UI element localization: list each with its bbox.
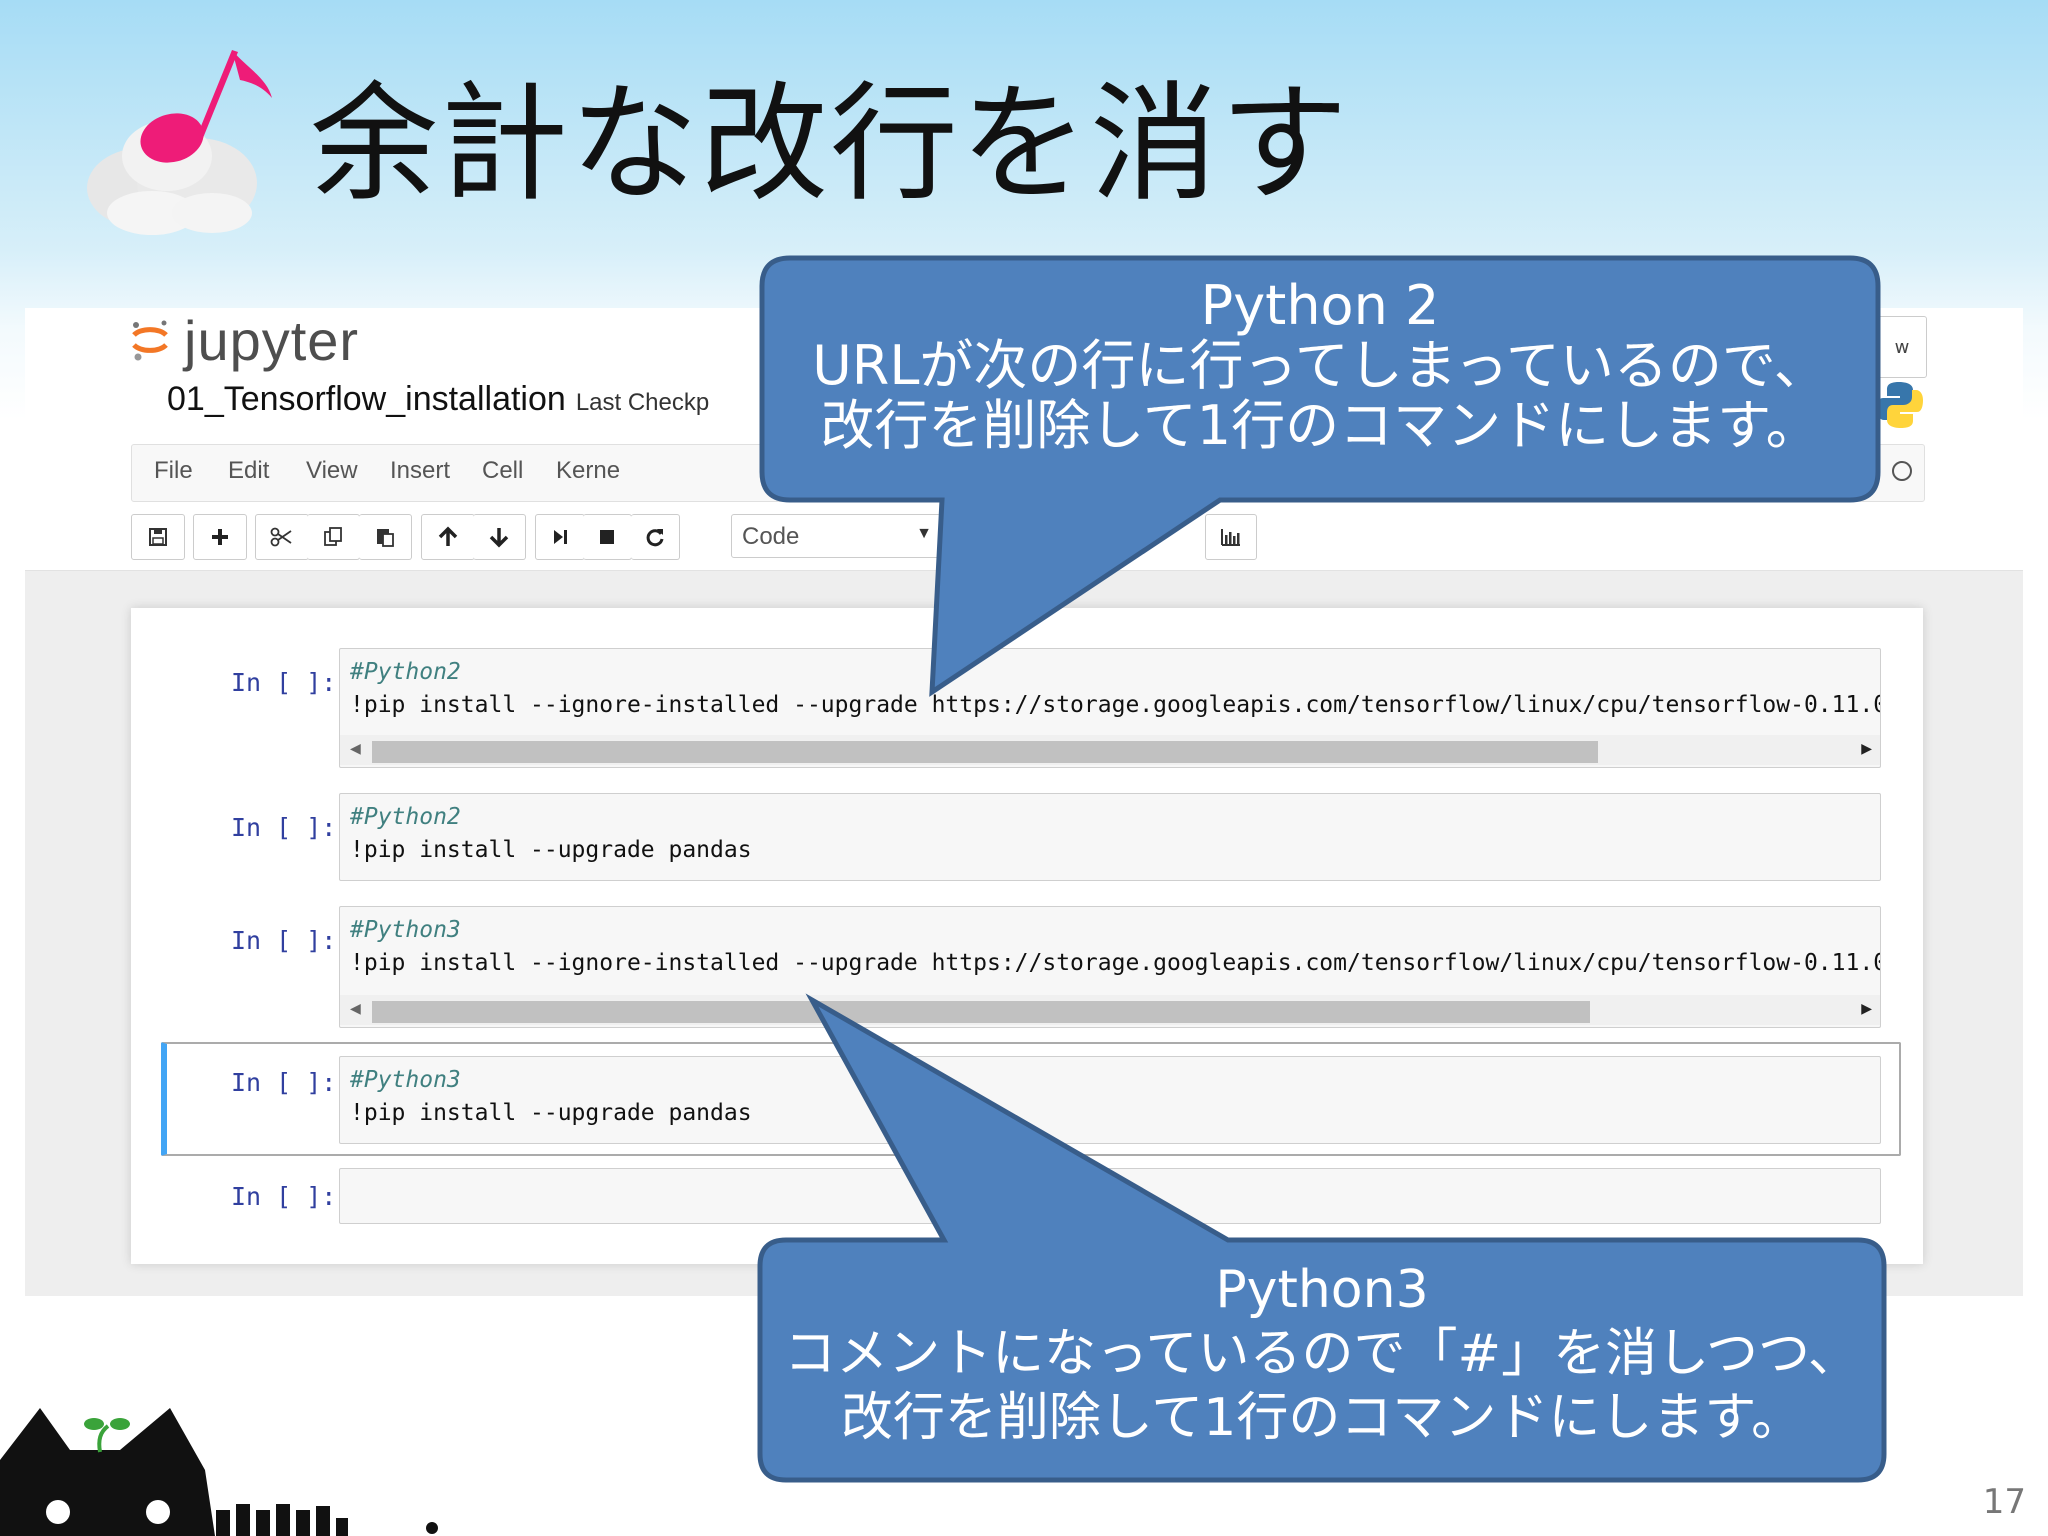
copy-button[interactable] — [307, 514, 360, 560]
code-cell[interactable]: In [ ]: #Python3 !pip install --ignore-i… — [131, 906, 1923, 1028]
insert-cell-button[interactable] — [193, 514, 247, 560]
stop-icon — [600, 530, 614, 544]
code-input[interactable]: #Python2 !pip install --upgrade pandas — [339, 793, 1881, 881]
arrow-down-icon — [489, 528, 509, 548]
menu-kernel[interactable]: Kerne — [556, 457, 620, 485]
python-logo-icon — [1877, 382, 1923, 428]
save-icon — [149, 528, 167, 546]
code-comment: #Python2 — [350, 659, 461, 685]
menu-insert[interactable]: Insert — [390, 457, 450, 485]
cell-prompt: In [ ]: — [231, 1182, 337, 1211]
scissors-icon — [270, 527, 292, 547]
code-cell[interactable]: In [ ]: #Python2 !pip install --ignore-i… — [131, 648, 1923, 768]
cat-mascot-icon — [0, 1408, 438, 1536]
callout-top-text: Python 2 URLが次の行に行ってしまっているので、 改行を削除して1行の… — [762, 276, 1878, 456]
horizontal-scrollbar[interactable]: ◀ ▶ — [340, 995, 1880, 1025]
paste-button[interactable] — [359, 514, 412, 560]
cell-prompt: In [ ]: — [231, 813, 337, 842]
callout-top-line: URLが次の行に行ってしまっているので、 — [812, 334, 1828, 397]
checkpoint-status: Last Checkp — [575, 389, 710, 416]
cell-type-select[interactable]: Code ▼ — [731, 514, 941, 558]
callout-bottom-line: 改行を削除して1行のコマンドにします。 — [840, 1388, 1804, 1448]
cell-prompt: In [ ]: — [231, 926, 337, 955]
callout-top-line: 改行を削除して1行のコマンドにします。 — [820, 394, 1820, 457]
arrow-up-icon — [438, 526, 458, 546]
scrollbar-thumb[interactable] — [372, 741, 1598, 763]
paste-icon — [377, 529, 394, 547]
music-note-cloud-icon — [87, 50, 272, 235]
bar-chart-icon — [1221, 529, 1240, 546]
menu-file[interactable]: File — [154, 457, 193, 485]
move-up-button[interactable] — [421, 514, 475, 560]
menu-cell[interactable]: Cell — [482, 457, 523, 485]
interrupt-button[interactable] — [583, 514, 632, 560]
scroll-left-icon[interactable]: ◀ — [350, 1001, 361, 1017]
slide-title: 余計な改行を消す — [310, 70, 1351, 219]
notebook-title-row: 01_Tensorflow_installation Last Checkp — [167, 380, 709, 419]
jupyter-logo[interactable]: jupyter — [130, 308, 360, 372]
page-number: 17 — [1982, 1482, 2026, 1522]
save-button[interactable] — [131, 514, 185, 560]
code-comment: #Python3 — [350, 1067, 461, 1093]
cell-prompt: In [ ]: — [231, 668, 337, 697]
code-input[interactable]: #Python3 !pip install --ignore-installed… — [339, 906, 1881, 1028]
logout-button-label: w — [1894, 336, 1910, 358]
code-line: !pip install --upgrade pandas — [350, 1100, 752, 1126]
move-down-button[interactable] — [473, 514, 526, 560]
menu-edit[interactable]: Edit — [228, 457, 269, 485]
restart-button[interactable] — [631, 514, 680, 560]
code-cell[interactable]: In [ ]: #Python2 !pip install --upgrade … — [131, 793, 1923, 883]
step-forward-icon — [554, 530, 567, 544]
scroll-right-icon[interactable]: ▶ — [1861, 741, 1872, 757]
cut-button[interactable] — [255, 514, 309, 560]
callout-top-line: Python 2 — [1200, 274, 1440, 337]
scroll-right-icon[interactable]: ▶ — [1861, 1001, 1872, 1017]
callout-bottom-text: Python3 コメントになっているので「#」を消しつつ、 改行を削除して1行の… — [760, 1258, 1884, 1450]
celltoolbar-button[interactable] — [1205, 514, 1257, 560]
callout-bottom-line: Python3 — [1215, 1260, 1429, 1320]
scroll-left-icon[interactable]: ◀ — [350, 741, 361, 757]
scrollbar-thumb[interactable] — [372, 1001, 1590, 1023]
dropdown-caret-icon: ▼ — [916, 525, 932, 542]
plus-icon — [212, 529, 228, 545]
horizontal-scrollbar[interactable]: ◀ ▶ — [340, 735, 1880, 765]
menu-view[interactable]: View — [306, 457, 358, 485]
code-cell[interactable]: In [ ]: — [131, 1168, 1923, 1226]
callout-bottom-line: コメントになっているので「#」を消しつつ、 — [784, 1324, 1860, 1384]
copy-icon — [324, 527, 342, 546]
run-button[interactable] — [535, 514, 585, 560]
cell-prompt: In [ ]: — [231, 1068, 337, 1097]
code-input[interactable]: #Python3 !pip install --upgrade pandas — [339, 1056, 1881, 1144]
jupyter-logo-text: jupyter — [184, 308, 360, 372]
jupyter-logo-icon — [132, 320, 168, 361]
code-comment: #Python3 — [350, 917, 461, 943]
notebook-container: In [ ]: #Python2 !pip install --ignore-i… — [131, 608, 1923, 1264]
code-input[interactable] — [339, 1168, 1881, 1224]
logout-button[interactable]: w — [1877, 316, 1927, 378]
code-line: !pip install --ignore-installed --upgrad… — [350, 692, 1881, 718]
code-line: !pip install --ignore-installed --upgrad… — [350, 950, 1881, 976]
notebook-title[interactable]: 01_Tensorflow_installation — [167, 380, 566, 418]
code-line: !pip install --upgrade pandas — [350, 837, 752, 863]
code-input[interactable]: #Python2 !pip install --ignore-installed… — [339, 648, 1881, 768]
restart-icon — [646, 529, 664, 547]
cell-type-value: Code — [742, 523, 800, 550]
code-comment: #Python2 — [350, 804, 461, 830]
kernel-status-icon — [1892, 461, 1912, 481]
selected-code-cell[interactable]: In [ ]: #Python3 !pip install --upgrade … — [161, 1042, 1901, 1156]
